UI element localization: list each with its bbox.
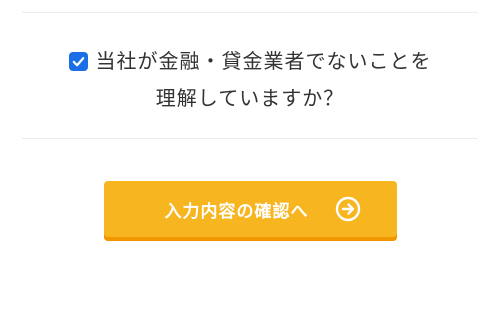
consent-line-2: 理解していますか？ [155, 85, 345, 110]
consent-line-1: 当社が金融・貸金業者でないことを [95, 49, 432, 73]
confirm-input-button-label: 入力内容の確認へ [164, 201, 309, 222]
arrow-right-circle-icon [335, 196, 361, 222]
consent-checkbox[interactable] [68, 51, 88, 71]
checkmark-icon [72, 56, 84, 66]
top-divider [22, 12, 478, 13]
middle-divider [22, 138, 478, 139]
consent-line-1-row: 当社が金融・貸金業者でないことを [68, 44, 432, 78]
consent-question: 当社が金融・貸金業者でないことを 理解していますか？ [0, 44, 500, 115]
confirm-input-button[interactable]: 入力内容の確認へ [104, 181, 397, 241]
